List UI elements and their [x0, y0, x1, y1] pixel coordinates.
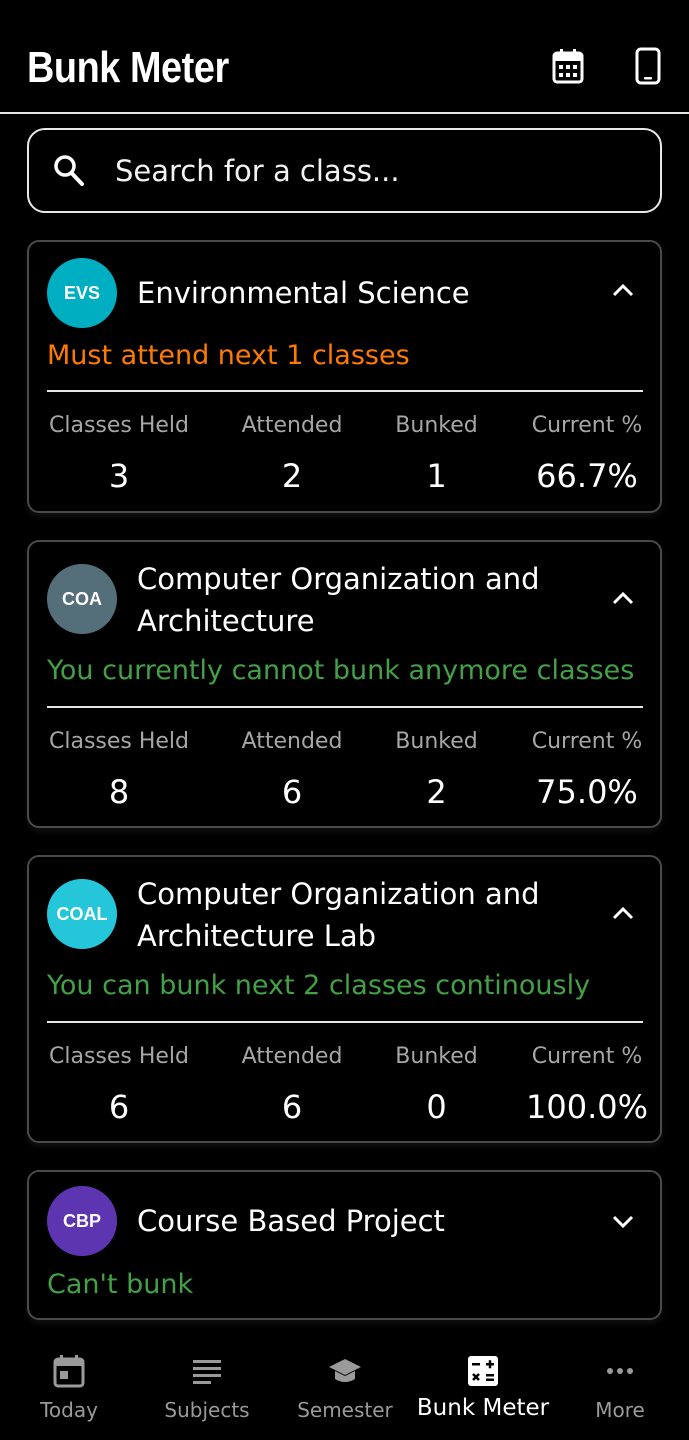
subject-name: Computer Organization and Architecture — [137, 562, 540, 638]
divider — [47, 390, 643, 392]
smartphone-icon — [635, 47, 661, 85]
stat-bunked: Bunked 2 — [395, 729, 478, 811]
subject-avatar: EVS — [47, 258, 117, 328]
device-button[interactable] — [624, 42, 672, 90]
search-bar[interactable]: Search for a class... — [27, 128, 662, 213]
search-icon — [54, 155, 84, 186]
chevron-up-icon[interactable] — [608, 276, 638, 306]
app-header: Bunk Meter — [0, 0, 689, 114]
bottom-navigation: Today Subjects Semester Bunk Meter More — [0, 1340, 689, 1440]
subject-card[interactable]: COAL Computer Organization and Architect… — [27, 855, 662, 1143]
calculator-icon — [468, 1356, 498, 1386]
today-icon — [53, 1355, 85, 1388]
nav-today[interactable]: Today — [0, 1340, 138, 1440]
stat-current-percent: Current % 75.0% — [531, 729, 643, 811]
nav-subjects[interactable]: Subjects — [138, 1340, 276, 1440]
stat-classes-held: Classes Held 6 — [48, 1044, 190, 1126]
subject-avatar: COA — [47, 564, 117, 634]
more-dots-icon — [607, 1368, 633, 1374]
chevron-down-icon[interactable] — [608, 1206, 638, 1236]
stat-classes-held: Classes Held 3 — [48, 413, 190, 495]
chevron-up-icon[interactable] — [608, 899, 638, 929]
subject-avatar: CBP — [47, 1186, 117, 1256]
stat-bunked: Bunked 0 — [395, 1044, 478, 1126]
subject-card[interactable]: CBP Course Based Project Can't bunk — [27, 1170, 662, 1320]
subject-card[interactable]: EVS Environmental Science Must attend ne… — [27, 240, 662, 513]
divider — [47, 1021, 643, 1023]
stat-classes-held: Classes Held 8 — [48, 729, 190, 811]
subject-avatar: COAL — [47, 879, 117, 949]
stat-current-percent: Current % 100.0% — [525, 1044, 648, 1126]
stat-current-percent: Current % 66.7% — [531, 413, 643, 495]
calendar-button[interactable] — [544, 42, 592, 90]
stat-attended: Attended 6 — [241, 729, 343, 811]
graduation-cap-icon — [329, 1359, 361, 1382]
bunk-status: Can't bunk — [47, 1269, 194, 1300]
stat-bunked: Bunked 1 — [395, 413, 478, 495]
search-input[interactable]: Search for a class... — [115, 151, 400, 191]
nav-semester[interactable]: Semester — [276, 1340, 414, 1440]
nav-bunk-meter[interactable]: Bunk Meter — [414, 1340, 552, 1440]
chevron-up-icon[interactable] — [608, 584, 638, 614]
subject-card[interactable]: COA Computer Organization and Architectu… — [27, 540, 662, 828]
bunk-status: You currently cannot bunk anymore classe… — [47, 655, 635, 686]
subject-name: Course Based Project — [137, 1204, 445, 1238]
divider — [47, 706, 643, 708]
nav-more[interactable]: More — [551, 1340, 689, 1440]
stat-attended: Attended 2 — [241, 413, 343, 495]
calendar-icon — [552, 49, 584, 84]
app-title: Bunk Meter — [27, 43, 229, 92]
subjects-icon — [193, 1360, 221, 1384]
bunk-status: Must attend next 1 classes — [47, 340, 410, 371]
subject-name: Computer Organization and Architecture L… — [137, 877, 540, 953]
subject-name: Environmental Science — [137, 276, 470, 310]
bunk-status: You can bunk next 2 classes continously — [47, 970, 591, 1001]
stat-attended: Attended 6 — [241, 1044, 343, 1126]
